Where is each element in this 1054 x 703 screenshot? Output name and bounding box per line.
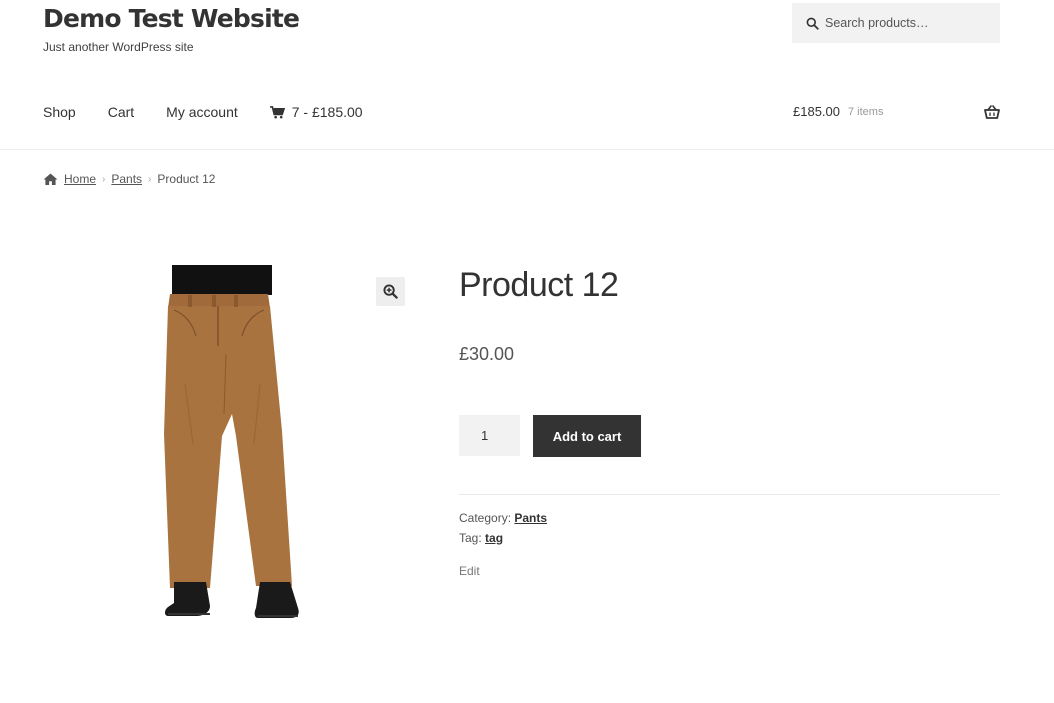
breadcrumb: Home › Pants › Product 12 (43, 172, 215, 186)
edit-link[interactable]: Edit (459, 564, 480, 578)
add-to-cart-button[interactable]: Add to cart (533, 415, 641, 457)
tag-label: Tag: (459, 531, 482, 545)
category-label: Category: (459, 511, 512, 525)
product-category-line: Category: Pants (459, 511, 547, 525)
product-title: Product 12 (459, 266, 619, 304)
product-search[interactable] (792, 3, 1000, 43)
product-image[interactable] (150, 264, 310, 629)
search-input[interactable] (825, 16, 995, 30)
breadcrumb-separator: › (102, 173, 106, 185)
product-tag-line: Tag: tag (459, 531, 503, 545)
basket-icon[interactable] (984, 105, 1000, 119)
nav-item-my-account[interactable]: My account (166, 104, 238, 120)
nav-cart-text: 7 - £185.00 (291, 104, 363, 120)
product-price: £30.00 (459, 344, 515, 364)
product-meta-divider (459, 494, 1000, 495)
nav-item-cart[interactable]: Cart (108, 104, 134, 120)
nav-cart-summary[interactable]: 7 - £185.00 (269, 104, 363, 120)
category-link[interactable]: Pants (514, 511, 547, 525)
mini-cart-count: 7 items (848, 105, 884, 118)
quantity-input[interactable] (459, 415, 520, 456)
header-divider (0, 149, 1054, 150)
nav-item-shop[interactable]: Shop (43, 104, 76, 120)
primary-nav: Shop Cart My account 7 - £185.00 (43, 104, 395, 120)
cart-icon (269, 105, 285, 118)
mini-cart-total: £185.00 (793, 104, 840, 119)
search-icon (806, 17, 819, 30)
zoom-button[interactable] (376, 277, 405, 306)
breadcrumb-separator: › (148, 173, 152, 185)
zoom-in-icon (383, 284, 398, 299)
header-mini-cart[interactable]: £185.00 7 items (793, 104, 883, 119)
breadcrumb-home[interactable]: Home (64, 172, 96, 186)
home-icon (43, 173, 58, 185)
breadcrumb-current: Product 12 (157, 172, 216, 186)
site-tagline: Just another WordPress site (43, 40, 194, 54)
breadcrumb-category[interactable]: Pants (111, 172, 142, 186)
site-title[interactable]: Demo Test Website (43, 4, 300, 33)
tag-link[interactable]: tag (485, 531, 503, 545)
